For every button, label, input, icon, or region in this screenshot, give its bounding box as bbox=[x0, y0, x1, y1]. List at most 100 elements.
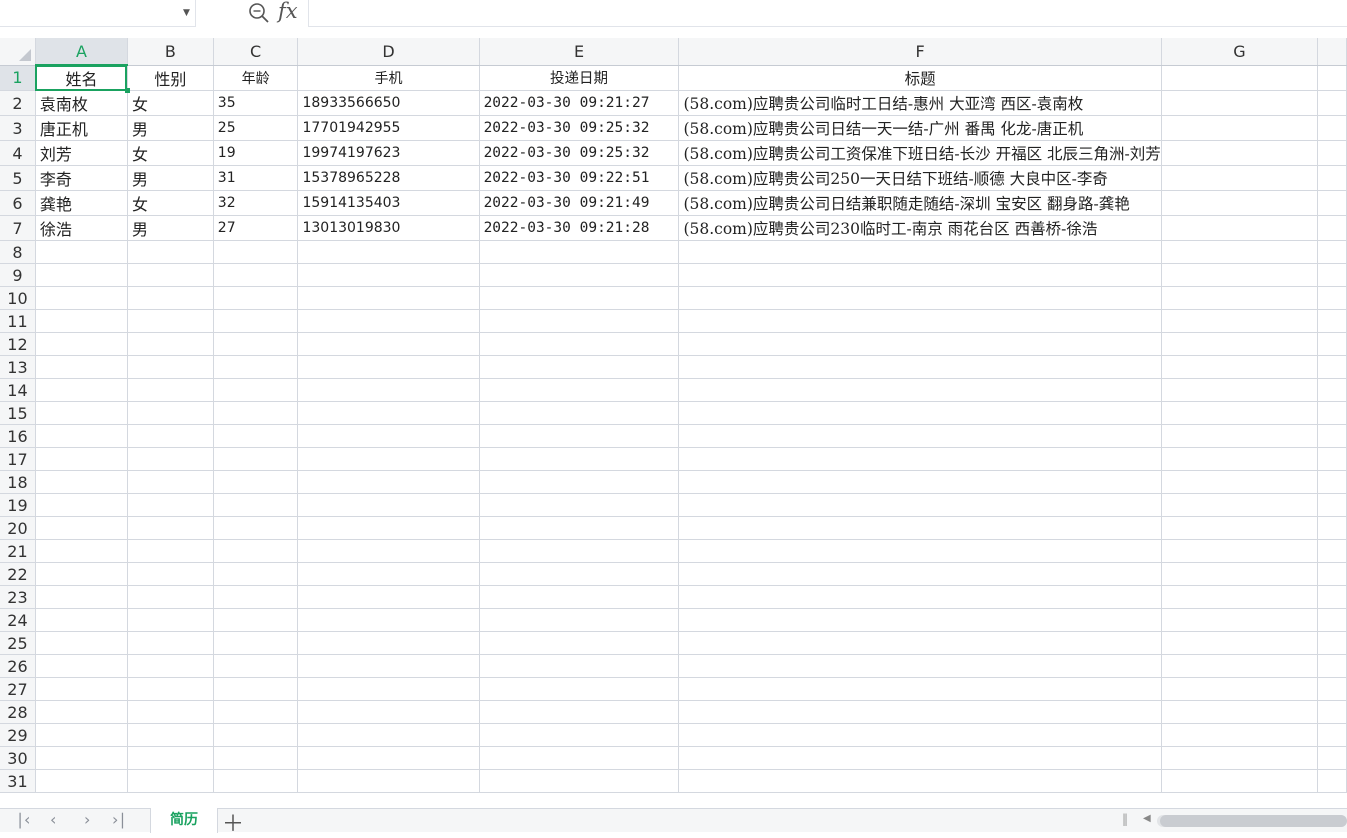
cell[interactable] bbox=[35, 746, 128, 770]
cell[interactable] bbox=[678, 378, 1162, 402]
cell[interactable] bbox=[213, 608, 299, 632]
cell[interactable] bbox=[678, 562, 1162, 586]
cell[interactable]: 手机 bbox=[297, 65, 480, 91]
cell[interactable] bbox=[297, 309, 480, 333]
row-header[interactable]: 30 bbox=[0, 746, 36, 770]
cell[interactable] bbox=[35, 493, 128, 517]
cell[interactable] bbox=[678, 723, 1162, 747]
cell[interactable] bbox=[127, 631, 214, 655]
cell[interactable]: 32 bbox=[213, 190, 299, 216]
cell[interactable] bbox=[35, 447, 128, 471]
cell[interactable] bbox=[1317, 378, 1347, 402]
cell[interactable]: (58.com)应聘贵公司临时工日结-惠州 大亚湾 西区-袁南枚 bbox=[678, 90, 1162, 116]
cell[interactable] bbox=[678, 240, 1162, 264]
cell[interactable] bbox=[1317, 165, 1347, 191]
cell[interactable]: 年龄 bbox=[213, 65, 299, 91]
cell[interactable] bbox=[1317, 516, 1347, 540]
cell[interactable]: 17701942955 bbox=[297, 115, 480, 141]
cell[interactable] bbox=[678, 769, 1162, 793]
cell[interactable] bbox=[1317, 115, 1347, 141]
column-header-b[interactable]: B bbox=[127, 38, 214, 66]
row-header[interactable]: 4 bbox=[0, 140, 36, 166]
cell[interactable] bbox=[479, 539, 680, 563]
cell[interactable] bbox=[297, 332, 480, 356]
row-header[interactable]: 29 bbox=[0, 723, 36, 747]
cell[interactable] bbox=[1317, 401, 1347, 425]
cell[interactable] bbox=[1317, 562, 1347, 586]
horizontal-scrollbar-thumb[interactable] bbox=[1160, 815, 1347, 827]
cell[interactable] bbox=[678, 447, 1162, 471]
cell[interactable] bbox=[1161, 332, 1319, 356]
cell[interactable] bbox=[678, 309, 1162, 333]
cell[interactable]: 15378965228 bbox=[297, 165, 480, 191]
cell[interactable] bbox=[1317, 190, 1347, 216]
cell[interactable] bbox=[1161, 493, 1319, 517]
cell[interactable] bbox=[213, 516, 299, 540]
cell[interactable] bbox=[678, 401, 1162, 425]
column-header-e[interactable]: E bbox=[479, 38, 680, 66]
cell[interactable]: 袁南枚 bbox=[35, 90, 128, 116]
row-header[interactable]: 17 bbox=[0, 447, 36, 471]
cell[interactable] bbox=[213, 447, 299, 471]
cell[interactable] bbox=[127, 447, 214, 471]
cell[interactable] bbox=[1161, 585, 1319, 609]
cell[interactable] bbox=[297, 746, 480, 770]
cell[interactable] bbox=[1161, 140, 1319, 166]
cell[interactable] bbox=[479, 562, 680, 586]
cell[interactable] bbox=[127, 355, 214, 379]
cell[interactable] bbox=[35, 516, 128, 540]
cell[interactable] bbox=[479, 309, 680, 333]
cell[interactable] bbox=[127, 332, 214, 356]
cell[interactable] bbox=[35, 539, 128, 563]
column-header-f[interactable]: F bbox=[678, 38, 1162, 66]
cell[interactable] bbox=[297, 539, 480, 563]
cell[interactable]: 2022-03-30 09:21:49 bbox=[479, 190, 680, 216]
cell[interactable] bbox=[1317, 700, 1347, 724]
scroll-left-icon[interactable]: ◀ bbox=[1143, 813, 1151, 824]
cell[interactable] bbox=[35, 562, 128, 586]
cell[interactable] bbox=[678, 654, 1162, 678]
cell[interactable] bbox=[213, 562, 299, 586]
cell[interactable] bbox=[127, 378, 214, 402]
cell[interactable] bbox=[35, 700, 128, 724]
cell[interactable] bbox=[479, 424, 680, 448]
cell[interactable]: 15914135403 bbox=[297, 190, 480, 216]
cell[interactable] bbox=[213, 677, 299, 701]
column-header-c[interactable]: C bbox=[213, 38, 299, 66]
cell[interactable] bbox=[479, 654, 680, 678]
row-header[interactable]: 21 bbox=[0, 539, 36, 563]
cell[interactable] bbox=[127, 700, 214, 724]
cell[interactable] bbox=[678, 677, 1162, 701]
row-header[interactable]: 13 bbox=[0, 355, 36, 379]
cell[interactable]: 徐浩 bbox=[35, 215, 128, 241]
cell[interactable] bbox=[35, 286, 128, 310]
cell[interactable] bbox=[297, 470, 480, 494]
cell[interactable]: 35 bbox=[213, 90, 299, 116]
cell[interactable] bbox=[678, 424, 1162, 448]
row-header[interactable]: 15 bbox=[0, 401, 36, 425]
cell[interactable] bbox=[1161, 378, 1319, 402]
cell[interactable] bbox=[1161, 286, 1319, 310]
cell[interactable] bbox=[479, 493, 680, 517]
cell[interactable] bbox=[127, 654, 214, 678]
cell[interactable] bbox=[1161, 746, 1319, 770]
row-header[interactable]: 26 bbox=[0, 654, 36, 678]
cell[interactable] bbox=[127, 424, 214, 448]
cell[interactable] bbox=[213, 263, 299, 287]
cell[interactable] bbox=[127, 677, 214, 701]
cell[interactable] bbox=[479, 401, 680, 425]
cell[interactable] bbox=[127, 608, 214, 632]
row-header[interactable]: 2 bbox=[0, 90, 36, 116]
cell[interactable] bbox=[297, 378, 480, 402]
cell[interactable] bbox=[1161, 165, 1319, 191]
cell[interactable] bbox=[1317, 493, 1347, 517]
cell[interactable] bbox=[1317, 424, 1347, 448]
cell[interactable]: 男 bbox=[127, 215, 214, 241]
cell[interactable] bbox=[297, 424, 480, 448]
cell[interactable] bbox=[213, 401, 299, 425]
first-sheet-icon[interactable]: ∣‹ bbox=[16, 810, 30, 829]
cell[interactable] bbox=[1317, 447, 1347, 471]
cell[interactable] bbox=[213, 378, 299, 402]
row-header[interactable]: 19 bbox=[0, 493, 36, 517]
cell[interactable] bbox=[479, 286, 680, 310]
